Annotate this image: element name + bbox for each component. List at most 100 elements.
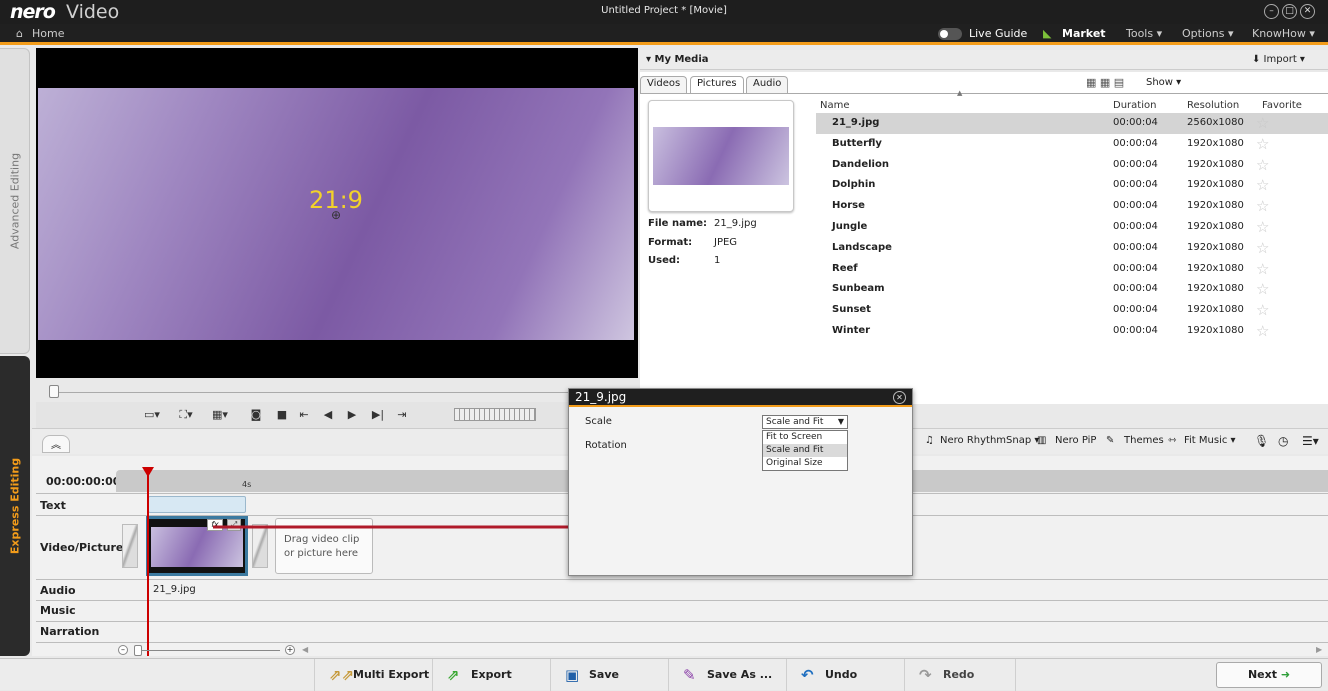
- rotation-label: Rotation: [585, 440, 627, 451]
- option-fit-to-screen[interactable]: Fit to Screen: [763, 431, 847, 444]
- media-thumbnail[interactable]: [648, 100, 794, 212]
- scale-options-list: Fit to Screen Scale and Fit Original Siz…: [762, 430, 848, 471]
- minimize-icon[interactable]: –: [1264, 4, 1279, 19]
- media-row[interactable]: Winter 00:00:04 1920x1080 ☆: [816, 321, 1328, 342]
- media-name: Landscape: [832, 241, 892, 253]
- previous-frame-icon[interactable]: ◀: [320, 407, 336, 423]
- col-resolution[interactable]: Resolution: [1187, 100, 1239, 111]
- next-frame-icon[interactable]: ▶|: [370, 407, 386, 423]
- media-row[interactable]: Sunbeam 00:00:04 1920x1080 ☆: [816, 279, 1328, 300]
- zoom-out-icon[interactable]: –: [118, 645, 128, 655]
- scroll-right-icon[interactable]: ▶: [1316, 645, 1322, 654]
- themes-button[interactable]: Themes: [1124, 435, 1164, 446]
- scroll-left-icon[interactable]: ◀: [302, 645, 308, 654]
- transition-slot[interactable]: [122, 524, 138, 568]
- aspect-icon[interactable]: ⛶▾: [174, 407, 198, 423]
- star-icon[interactable]: ☆: [1256, 197, 1269, 215]
- quality-icon[interactable]: ▦▾: [208, 407, 232, 423]
- import-button[interactable]: ⬇ Import ▾: [1252, 54, 1305, 65]
- settings-icon[interactable]: ☰▾: [1302, 434, 1319, 448]
- close-icon[interactable]: ✕: [1300, 4, 1315, 19]
- export-button[interactable]: ⇗ Export: [432, 659, 550, 691]
- media-resolution: 1920x1080: [1187, 137, 1244, 149]
- show-menu[interactable]: Show ▾: [1146, 77, 1181, 88]
- rhythmsnap-button[interactable]: Nero RhythmSnap ▾: [940, 435, 1039, 446]
- fit-music-button[interactable]: Fit Music ▾: [1184, 435, 1236, 446]
- home-menu[interactable]: Home: [32, 27, 64, 40]
- option-scale-and-fit[interactable]: Scale and Fit: [763, 444, 847, 457]
- zoom-in-icon[interactable]: +: [285, 645, 295, 655]
- tab-pictures[interactable]: Pictures: [690, 76, 744, 93]
- col-duration[interactable]: Duration: [1113, 100, 1156, 111]
- media-row[interactable]: 21_9.jpg 00:00:04 2560x1080 ☆: [816, 113, 1328, 134]
- tab-videos[interactable]: Videos: [640, 76, 688, 93]
- playhead-marker[interactable]: [142, 467, 154, 477]
- star-icon[interactable]: ☆: [1256, 301, 1269, 319]
- display-mode-icon[interactable]: ▭▾: [140, 407, 164, 423]
- media-row[interactable]: Jungle 00:00:04 1920x1080 ☆: [816, 217, 1328, 238]
- media-row[interactable]: Dolphin 00:00:04 1920x1080 ☆: [816, 175, 1328, 196]
- tab-audio[interactable]: Audio: [746, 76, 789, 93]
- jog-wheel[interactable]: [454, 408, 536, 421]
- save-button[interactable]: ▣ Save: [550, 659, 668, 691]
- star-icon[interactable]: ☆: [1256, 260, 1269, 278]
- live-guide-toggle[interactable]: [938, 28, 962, 40]
- multi-export-button[interactable]: ⇗⇗ Multi Export: [314, 659, 432, 691]
- star-icon[interactable]: ☆: [1256, 280, 1269, 298]
- media-row[interactable]: Horse 00:00:04 1920x1080 ☆: [816, 196, 1328, 217]
- preview-image[interactable]: 21:9 ⊕: [38, 88, 634, 340]
- star-icon[interactable]: ☆: [1256, 135, 1269, 153]
- tab-express-editing[interactable]: Express Editing: [0, 356, 30, 656]
- maximize-icon[interactable]: □: [1282, 4, 1297, 19]
- live-guide-label[interactable]: Live Guide: [969, 27, 1027, 40]
- tools-menu[interactable]: Tools ▾: [1126, 27, 1162, 40]
- undo-button[interactable]: ↶ Undo: [786, 659, 904, 691]
- dialog-close-icon[interactable]: ✕: [893, 391, 906, 404]
- star-icon[interactable]: ☆: [1256, 114, 1269, 132]
- knowhow-menu[interactable]: KnowHow ▾: [1252, 27, 1315, 40]
- media-name: Reef: [832, 262, 858, 274]
- star-icon[interactable]: ☆: [1256, 218, 1269, 236]
- scale-select[interactable]: Scale and Fit ▼: [762, 415, 848, 429]
- media-row[interactable]: Landscape 00:00:04 1920x1080 ☆: [816, 238, 1328, 259]
- scrub-bar[interactable]: [50, 392, 570, 393]
- star-icon[interactable]: ☆: [1256, 156, 1269, 174]
- media-row[interactable]: Butterfly 00:00:04 1920x1080 ☆: [816, 134, 1328, 155]
- option-original-size[interactable]: Original Size: [763, 457, 847, 470]
- next-button[interactable]: Next ➜: [1216, 662, 1322, 688]
- timer-icon[interactable]: ◷: [1278, 434, 1288, 448]
- tab-advanced-editing[interactable]: Advanced Editing: [0, 48, 30, 354]
- menu-bar: ⌂ Home Live Guide ◣ Market Tools ▾ Optio…: [0, 24, 1328, 45]
- star-icon[interactable]: ☆: [1256, 176, 1269, 194]
- options-menu[interactable]: Options ▾: [1182, 27, 1233, 40]
- collapse-icon[interactable]: ︽: [42, 435, 70, 453]
- media-row[interactable]: Dandelion 00:00:04 1920x1080 ☆: [816, 155, 1328, 176]
- go-to-start-icon[interactable]: ⇤: [296, 407, 312, 423]
- col-favorite[interactable]: Favorite: [1262, 100, 1302, 111]
- go-to-end-icon[interactable]: ⇥: [394, 407, 410, 423]
- home-icon[interactable]: ⌂: [16, 27, 23, 40]
- market-menu[interactable]: Market: [1062, 27, 1106, 40]
- view-icons[interactable]: ▦ ▦ ▤: [1086, 76, 1124, 89]
- media-resolution: 1920x1080: [1187, 179, 1244, 191]
- scrub-handle[interactable]: [49, 385, 59, 398]
- media-name: Winter: [832, 325, 871, 336]
- zoom-slider-track[interactable]: [134, 650, 280, 651]
- pip-button[interactable]: Nero PiP: [1055, 435, 1096, 446]
- track-label-narration: Narration: [40, 625, 100, 638]
- redo-button[interactable]: ↷ Redo: [904, 659, 1016, 691]
- playhead[interactable]: [147, 468, 149, 656]
- star-icon[interactable]: ☆: [1256, 322, 1269, 340]
- my-media-title[interactable]: ▾ My Media: [646, 54, 709, 65]
- col-name[interactable]: Name: [820, 100, 850, 111]
- microphone-icon[interactable]: 🎙: [1254, 434, 1269, 448]
- track-divider: [36, 579, 1328, 580]
- stop-icon[interactable]: ■: [274, 407, 290, 423]
- play-icon[interactable]: ▶: [344, 407, 360, 423]
- media-row[interactable]: Reef 00:00:04 1920x1080 ☆: [816, 259, 1328, 280]
- star-icon[interactable]: ☆: [1256, 239, 1269, 257]
- save-as-button[interactable]: ✎ Save As ...: [668, 659, 786, 691]
- zoom-slider-handle[interactable]: [134, 645, 142, 656]
- media-row[interactable]: Sunset 00:00:04 1920x1080 ☆: [816, 300, 1328, 321]
- camera-icon[interactable]: ◙: [248, 407, 264, 423]
